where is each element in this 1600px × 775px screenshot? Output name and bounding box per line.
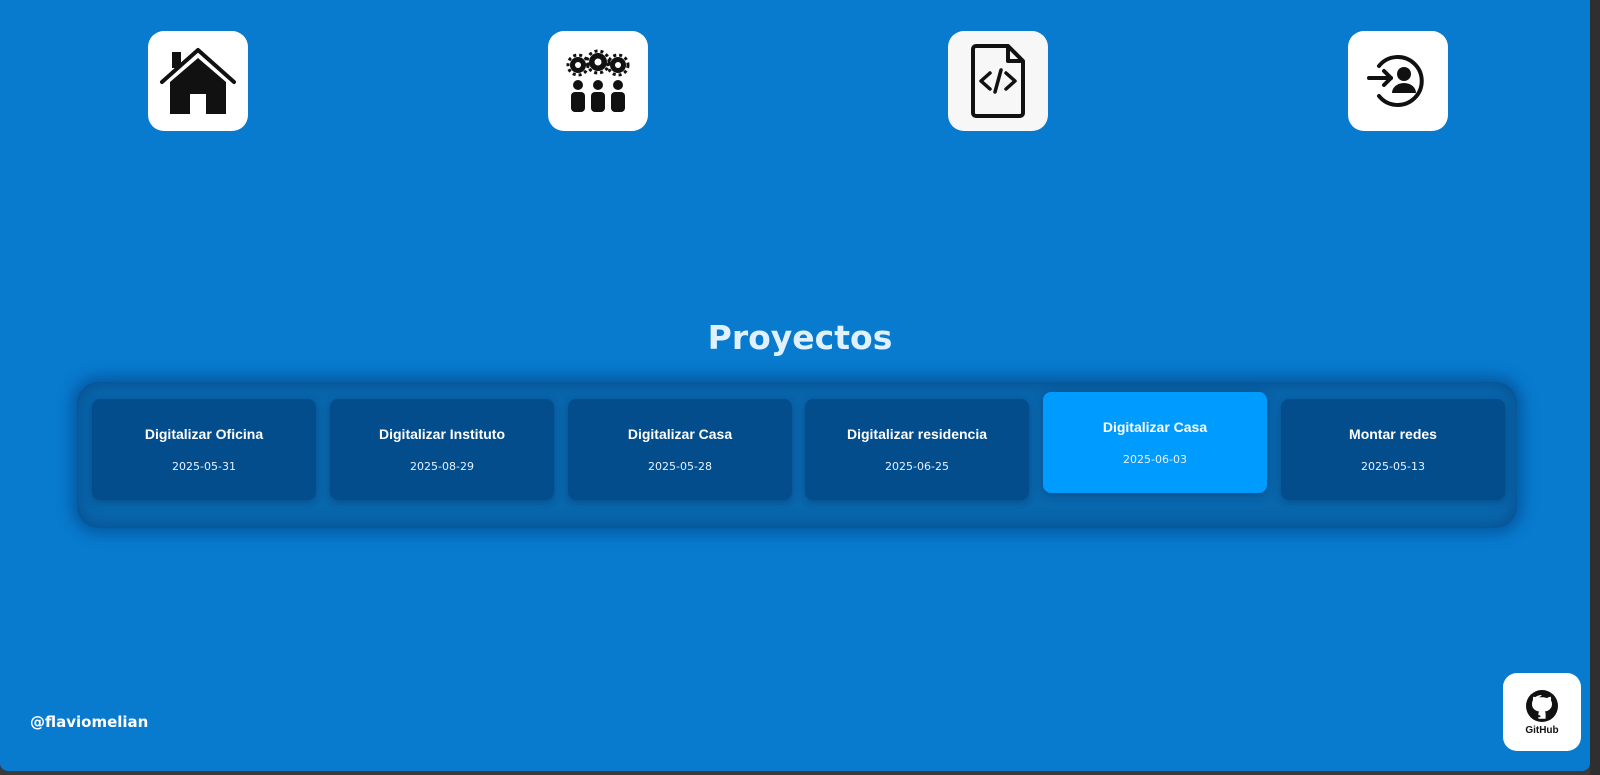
home-icon — [160, 48, 236, 114]
login-button[interactable] — [1348, 31, 1448, 131]
author-handle: @flaviomelian — [30, 713, 149, 731]
project-name: Digitalizar Oficina — [144, 426, 264, 442]
team-settings-icon — [566, 49, 630, 112]
project-name: Digitalizar Instituto — [379, 426, 505, 442]
project-card[interactable]: Montar redes 2025-05-13 — [1281, 399, 1505, 500]
project-card[interactable]: Digitalizar Casa 2025-05-28 — [568, 399, 792, 500]
project-date: 2025-05-31 — [172, 460, 236, 473]
github-label: GitHub — [1525, 724, 1559, 736]
code-file-button[interactable] — [948, 31, 1048, 131]
window-border — [1590, 0, 1600, 775]
home-button[interactable] — [148, 31, 248, 131]
page-title: Proyectos — [707, 318, 893, 357]
project-name: Montar redes — [1349, 426, 1437, 442]
project-name: Digitalizar Casa — [1102, 419, 1208, 435]
github-icon — [1526, 689, 1558, 722]
code-file-icon — [971, 44, 1025, 118]
project-card[interactable]: Digitalizar residencia 2025-06-25 — [805, 399, 1029, 500]
project-name: Digitalizar residencia — [846, 426, 988, 442]
project-card[interactable]: Digitalizar Oficina 2025-05-31 — [92, 399, 316, 500]
project-date: 2025-06-03 — [1123, 453, 1187, 466]
app-window: Proyectos Digitalizar Oficina 2025-05-31… — [0, 0, 1590, 771]
team-button[interactable] — [548, 31, 648, 131]
project-card[interactable]: Digitalizar Instituto 2025-08-29 — [330, 399, 554, 500]
login-icon — [1367, 55, 1424, 107]
github-button[interactable]: GitHub — [1503, 673, 1581, 751]
project-date: 2025-05-28 — [648, 460, 712, 473]
project-date: 2025-05-13 — [1361, 460, 1425, 473]
project-card-active[interactable]: Digitalizar Casa 2025-06-03 — [1043, 392, 1267, 493]
project-date: 2025-08-29 — [410, 460, 474, 473]
project-name: Digitalizar Casa — [627, 426, 733, 442]
project-date: 2025-06-25 — [885, 460, 949, 473]
